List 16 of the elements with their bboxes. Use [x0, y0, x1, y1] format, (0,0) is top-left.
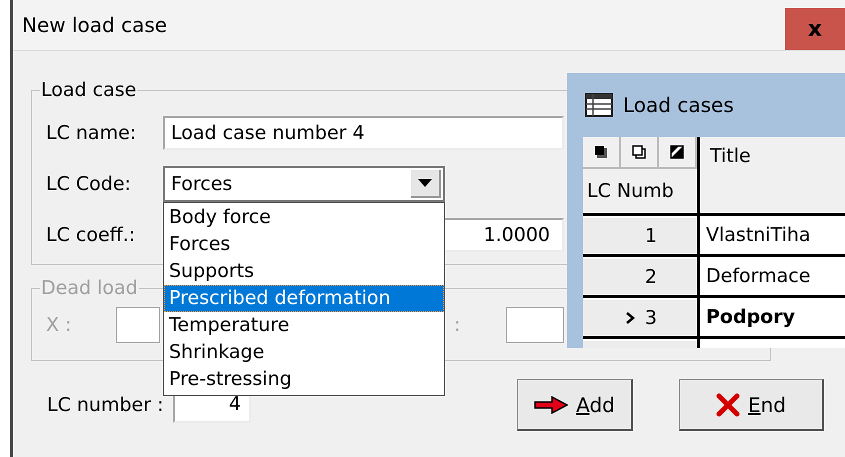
row-number: 2 [644, 266, 657, 288]
row-number: 1 [644, 225, 657, 247]
table-cell: Podpory [700, 298, 845, 336]
group-title: Load case [40, 79, 138, 101]
field-label: LC coeff.: [46, 224, 136, 246]
field-label: LC number : [47, 394, 164, 416]
table-cell: Deformace [700, 257, 845, 295]
field-label: LC name: [46, 122, 138, 144]
field-label: X : [46, 314, 72, 336]
field-label: : [454, 314, 462, 336]
row-number: 3 [644, 307, 657, 329]
group-title: Dead load [40, 277, 139, 299]
table-cell: VlastniTiha [700, 216, 845, 254]
window-title: New load case [21, 13, 168, 37]
window-title: Load cases [623, 93, 734, 117]
field-label: LC Code: [46, 172, 132, 194]
